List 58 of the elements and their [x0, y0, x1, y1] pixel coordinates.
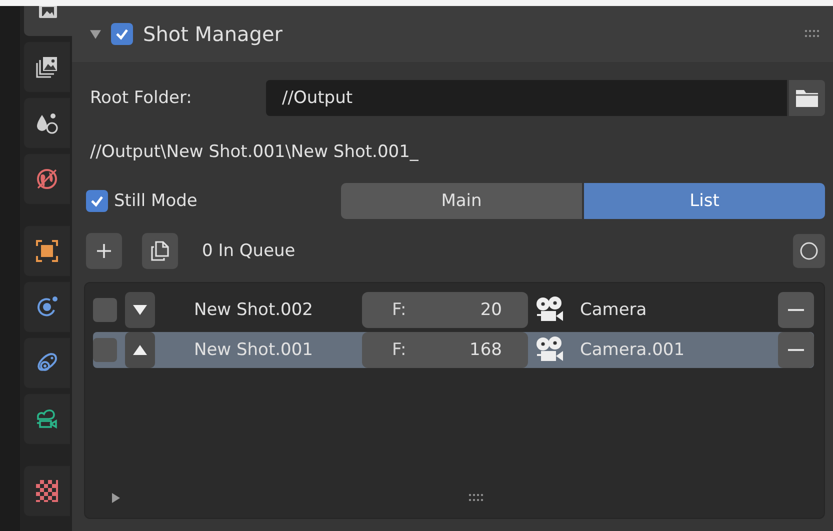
sidebar-tab[interactable] — [24, 226, 70, 276]
still-mode-label: Still Mode — [114, 191, 198, 211]
folder-button[interactable] — [789, 80, 825, 116]
frame-field[interactable]: F: 168 — [362, 332, 528, 368]
up-arrow-icon — [133, 344, 147, 356]
root-folder-field[interactable]: //Output — [266, 80, 787, 116]
circle-icon — [799, 241, 819, 261]
camera-icon — [35, 407, 59, 431]
sidebar-tab[interactable] — [24, 282, 70, 332]
panel-title: Shot Manager — [143, 22, 282, 46]
still-mode-checkbox[interactable] — [86, 190, 108, 212]
output-path: //Output\New Shot.001\New Shot.001_ — [90, 142, 418, 162]
shot-row[interactable]: New Shot.001 F: 168 Camera.001 — [93, 332, 814, 368]
frame-field[interactable]: F: 20 — [362, 292, 528, 328]
folder-icon — [795, 88, 819, 108]
sidebar-tab[interactable] — [24, 338, 70, 388]
camera-name: Camera — [580, 300, 648, 320]
images-stack-icon — [35, 55, 59, 79]
object-icon — [35, 239, 59, 263]
add-button[interactable] — [86, 233, 122, 269]
minus-icon — [788, 348, 804, 352]
shot-name: New Shot.001 — [193, 340, 314, 360]
duplicate-button[interactable] — [142, 233, 178, 269]
panel-header[interactable]: Shot Manager — [72, 6, 833, 62]
sidebar-tab[interactable] — [24, 154, 70, 204]
shot-checkbox[interactable] — [93, 338, 117, 362]
sidebar-tab[interactable] — [24, 98, 70, 148]
sidebar-tab[interactable] — [24, 394, 70, 444]
shot-name: New Shot.002 — [193, 300, 314, 320]
resize-grip-icon — [469, 494, 485, 502]
shot-checkbox[interactable] — [93, 298, 117, 322]
circle-button[interactable] — [793, 234, 825, 268]
remove-button[interactable] — [778, 292, 814, 328]
orbit-icon — [35, 295, 59, 319]
minus-icon — [788, 308, 804, 312]
view-tab[interactable]: List — [584, 183, 825, 219]
movie-camera-icon — [535, 336, 565, 364]
duplicate-icon — [150, 241, 170, 261]
panel-checkbox[interactable] — [111, 23, 133, 45]
shot-row[interactable]: New Shot.002 F: 20 Camera — [93, 292, 814, 328]
queue-count: 0 In Queue — [202, 241, 296, 261]
root-folder-label: Root Folder: — [90, 88, 193, 108]
camera-name: Camera.001 — [580, 340, 686, 360]
move-button[interactable] — [125, 292, 155, 328]
expand-icon — [111, 493, 121, 503]
image-icon — [39, 6, 57, 18]
disclosure-icon — [90, 28, 101, 40]
sidebar-tab[interactable] — [24, 42, 70, 92]
plus-icon — [96, 243, 112, 259]
drops-icon — [35, 111, 59, 135]
sidebar-tab[interactable] — [24, 466, 70, 516]
grip-icon — [805, 30, 821, 38]
view-tab[interactable]: Main — [341, 183, 582, 219]
remove-button[interactable] — [778, 332, 814, 368]
movie-camera-icon — [535, 296, 565, 324]
down-arrow-icon — [133, 304, 147, 316]
globe-icon — [35, 167, 59, 191]
move-button[interactable] — [125, 332, 155, 368]
